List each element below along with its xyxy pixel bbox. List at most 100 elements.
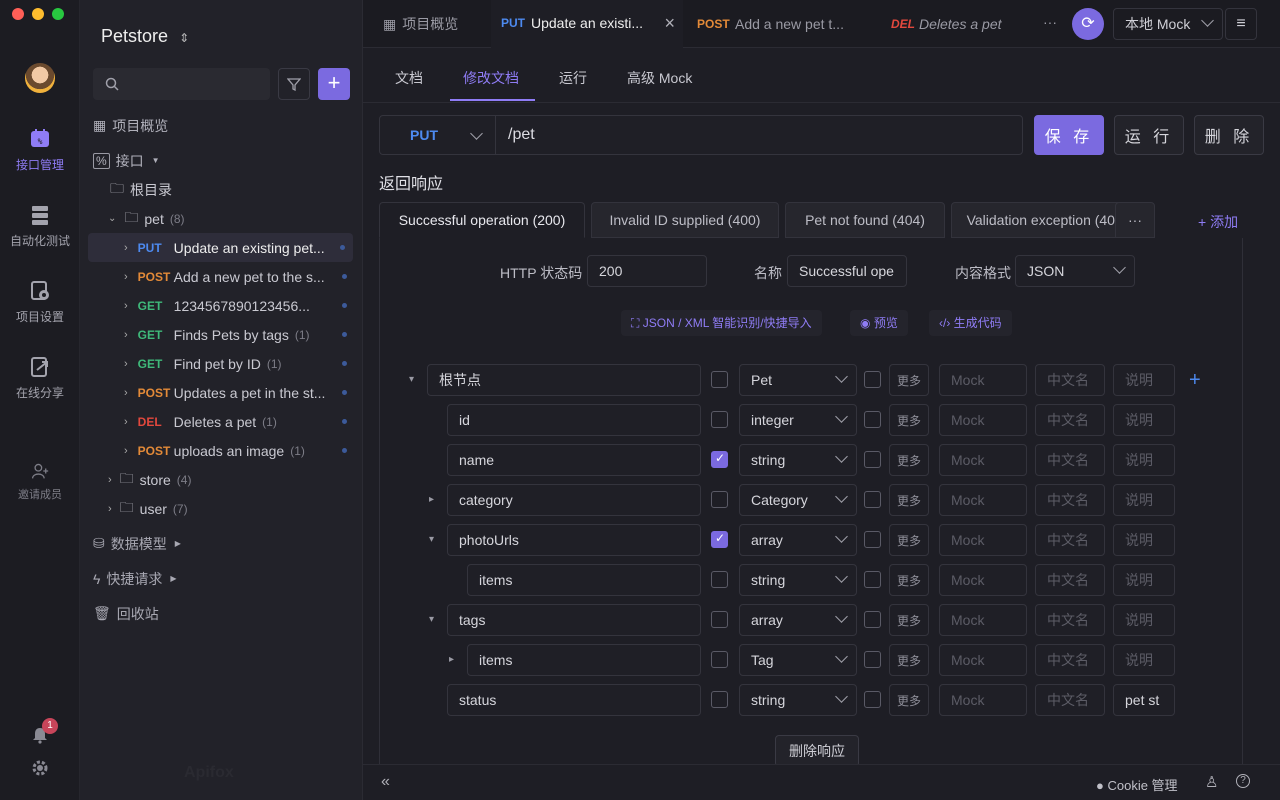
tree-item-endpoint[interactable]: › GET Finds Pets by tags (1) [80, 320, 355, 349]
description-input[interactable]: pet st [1113, 684, 1175, 716]
tab-post-add-pet[interactable]: POST Add a new pet t... [687, 0, 867, 48]
field-name-input[interactable]: items [467, 644, 701, 676]
rail-api-management[interactable]: % 接口管理 [0, 128, 80, 173]
method-select[interactable]: PUT [380, 116, 496, 154]
description-input[interactable]: 说明 [1113, 444, 1175, 476]
close-icon[interactable]: × [664, 13, 675, 34]
close-window-button[interactable] [12, 8, 24, 20]
help-icon[interactable]: ? [1236, 774, 1250, 788]
run-button[interactable]: 运 行 [1114, 115, 1184, 155]
caret-right-icon[interactable]: ▸ [429, 494, 434, 505]
type-select[interactable]: Category [739, 484, 857, 516]
type-select[interactable]: array [739, 524, 857, 556]
delete-response-button[interactable]: 删除响应 [775, 735, 859, 767]
path-input[interactable]: /pet [508, 126, 535, 144]
menu-icon[interactable]: ≡ [1225, 8, 1257, 40]
tab-response-200[interactable]: Successful operation (200) [379, 202, 585, 238]
nullable-checkbox[interactable] [864, 611, 881, 628]
tab-edit-doc[interactable]: 修改文档 [463, 68, 519, 88]
tree-folder-user[interactable]: › 🗀 user (7) [80, 494, 355, 523]
minimize-window-button[interactable] [32, 8, 44, 20]
required-checkbox[interactable] [711, 611, 728, 628]
avatar[interactable] [25, 63, 55, 93]
tab-response-404[interactable]: Pet not found (404) [785, 202, 945, 238]
more-button[interactable]: 更多 [889, 364, 929, 396]
tree-item-endpoint[interactable]: › GET Find pet by ID (1) [80, 349, 355, 378]
tree-item-endpoint[interactable]: › POST uploads an image (1) [80, 436, 355, 465]
chinese-name-input[interactable]: 中文名 [1035, 644, 1105, 676]
caret-down-icon[interactable]: ▾ [429, 534, 434, 545]
type-select[interactable]: string [739, 684, 857, 716]
mock-input[interactable]: Mock [939, 404, 1027, 436]
required-checkbox[interactable] [711, 571, 728, 588]
more-button[interactable]: 更多 [889, 644, 929, 676]
type-select[interactable]: string [739, 444, 857, 476]
required-checkbox[interactable] [711, 491, 728, 508]
save-button[interactable]: 保 存 [1034, 115, 1104, 155]
field-name-input[interactable]: photoUrls [447, 524, 701, 556]
tab-advanced-mock[interactable]: 高级 Mock [627, 68, 692, 88]
collapse-sidebar-icon[interactable]: « [381, 773, 390, 791]
tree-item-endpoint[interactable]: › GET 1234567890123456... [80, 291, 355, 320]
tree-item-endpoint[interactable]: › POST Add a new pet to the s... [80, 262, 355, 291]
required-checkbox[interactable] [711, 371, 728, 388]
tab-put-update-pet[interactable]: PUT Update an existi... × [491, 0, 683, 48]
type-select[interactable]: string [739, 564, 857, 596]
nullable-checkbox[interactable] [864, 691, 881, 708]
description-input[interactable]: 说明 [1113, 524, 1175, 556]
tab-response-400[interactable]: Invalid ID supplied (400) [591, 202, 779, 238]
tree-item-endpoint[interactable]: › POST Updates a pet in the st... [80, 378, 355, 407]
description-input[interactable]: 说明 [1113, 364, 1175, 396]
more-button[interactable]: 更多 [889, 524, 929, 556]
more-button[interactable]: 更多 [889, 444, 929, 476]
caret-down-icon[interactable]: ▾ [409, 374, 414, 385]
nullable-checkbox[interactable] [864, 411, 881, 428]
more-button[interactable]: 更多 [889, 684, 929, 716]
field-name-input[interactable]: id [447, 404, 701, 436]
required-checkbox[interactable] [711, 411, 728, 428]
nullable-checkbox[interactable] [864, 491, 881, 508]
field-name-input[interactable]: items [467, 564, 701, 596]
nullable-checkbox[interactable] [864, 371, 881, 388]
more-button[interactable]: 更多 [889, 484, 929, 516]
mock-input[interactable]: Mock [939, 604, 1027, 636]
maximize-window-button[interactable] [52, 8, 64, 20]
project-switcher[interactable]: Petstore ⇕ [101, 26, 189, 47]
mock-input[interactable]: Mock [939, 644, 1027, 676]
mock-input[interactable]: Mock [939, 364, 1027, 396]
tree-folder-pet[interactable]: ⌄ 🗀 pet (8) [80, 204, 355, 233]
tree-item-endpoint[interactable]: › DEL Deletes a pet (1) [80, 407, 355, 436]
format-select[interactable]: JSON [1015, 255, 1135, 287]
field-name-input[interactable]: status [447, 684, 701, 716]
tree-folder-store[interactable]: › 🗀 store (4) [80, 465, 355, 494]
tab-doc[interactable]: 文档 [395, 68, 423, 88]
required-checkbox[interactable] [711, 691, 728, 708]
mock-input[interactable]: Mock [939, 484, 1027, 516]
mock-input[interactable]: Mock [939, 444, 1027, 476]
search-input[interactable] [93, 68, 270, 100]
delete-button[interactable]: 删 除 [1194, 115, 1264, 155]
mock-input[interactable]: Mock [939, 524, 1027, 556]
status-input[interactable]: 200 [587, 255, 707, 287]
description-input[interactable]: 说明 [1113, 604, 1175, 636]
nullable-checkbox[interactable] [864, 571, 881, 588]
sidebar-item-quick-request[interactable]: ϟ 快捷请求 ▶ [80, 564, 355, 593]
name-input[interactable]: Successful ope [787, 255, 907, 287]
sidebar-item-overview[interactable]: ▦ 项目概览 [80, 111, 355, 140]
gear-icon[interactable] [31, 759, 49, 777]
more-tabs-icon[interactable]: ··· [1043, 14, 1057, 30]
chinese-name-input[interactable]: 中文名 [1035, 604, 1105, 636]
description-input[interactable]: 说明 [1113, 404, 1175, 436]
field-name-input[interactable]: 根节点 [427, 364, 701, 396]
required-checkbox[interactable] [711, 651, 728, 668]
chinese-name-input[interactable]: 中文名 [1035, 484, 1105, 516]
rail-invite-members[interactable]: 邀请成员 [0, 462, 80, 502]
nullable-checkbox[interactable] [864, 531, 881, 548]
mock-input[interactable]: Mock [939, 684, 1027, 716]
env-select[interactable]: 本地 Mock [1113, 8, 1223, 40]
more-button[interactable]: 更多 [889, 404, 929, 436]
tab-del-pet[interactable]: DEL Deletes a pet [881, 0, 1031, 48]
tab-run[interactable]: 运行 [559, 68, 587, 88]
sync-icon[interactable]: ⟳ [1072, 8, 1104, 40]
nullable-checkbox[interactable] [864, 451, 881, 468]
